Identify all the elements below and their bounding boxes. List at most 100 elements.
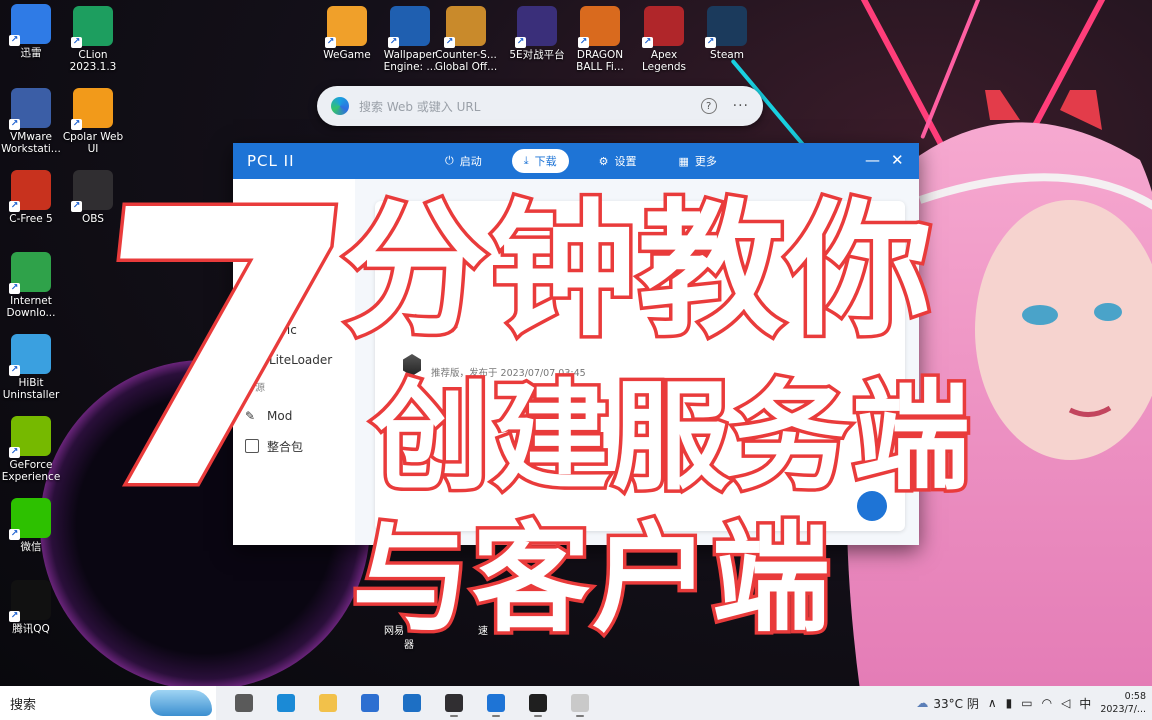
taskbar-app-button[interactable] — [394, 688, 430, 718]
grid-icon: ▦ — [678, 154, 689, 168]
tab-settings-label: 设置 — [614, 155, 637, 168]
shortcut-arrow-icon: ↗ — [71, 37, 82, 48]
desktop-shortcut-label: HiBit Uninstaller — [2, 377, 60, 401]
desktop-shortcut[interactable]: ↗ 腾讯QQ — [0, 580, 66, 635]
desktop-shortcut-label: Counter-S... Global Off... — [434, 49, 498, 73]
volume-icon[interactable]: ◁ — [1061, 696, 1070, 710]
overlay-title-line-1: 分钟教你 — [339, 186, 936, 356]
clock-date: 2023/7/... — [1100, 704, 1146, 715]
shortcut-arrow-icon: ↗ — [444, 37, 455, 48]
cpolar-icon: ↗ — [71, 88, 113, 130]
pcl-nav-tabs: ⏻ 启动 ⤓ 下载 ⚙ 设置 ▦ 更多 — [433, 149, 729, 173]
tab-download[interactable]: ⤓ 下载 — [511, 149, 569, 173]
mail-icon — [403, 694, 421, 712]
steam-icon: ↗ — [705, 6, 747, 48]
desktop-shortcut-label: Apex Legends — [641, 49, 687, 73]
shortcut-arrow-icon: ↗ — [71, 201, 82, 212]
desktop-shortcut[interactable]: ↗ 迅雷 — [0, 4, 66, 59]
desktop-shortcut[interactable]: ↗ CLion 2023.1.3 — [58, 6, 128, 73]
taskbar-search-label: 搜索 — [10, 697, 37, 713]
shortcut-arrow-icon: ↗ — [9, 201, 20, 212]
desktop-shortcut[interactable]: ↗ Steam — [692, 6, 762, 61]
minimize-button[interactable]: — — [865, 151, 880, 169]
shortcut-arrow-icon: ↗ — [9, 529, 20, 540]
taskbar-app-button[interactable] — [478, 688, 514, 718]
desktop-shortcut[interactable]: ↗ HiBit Uninstaller — [0, 334, 66, 401]
tab-more[interactable]: ▦ 更多 — [666, 149, 728, 173]
shortcut-arrow-icon: ↗ — [578, 37, 589, 48]
wechat-icon: ↗ — [9, 498, 51, 540]
desktop-shortcut-label: GeForce Experience — [1, 459, 61, 483]
shortcut-arrow-icon: ↗ — [642, 37, 653, 48]
tab-download-label: 下载 — [534, 155, 557, 168]
shortcut-arrow-icon: ↗ — [388, 37, 399, 48]
shortcut-arrow-icon: ↗ — [705, 37, 716, 48]
desktop-shortcut[interactable]: ↗ GeForce Experience — [0, 416, 66, 483]
clock[interactable]: 0:58 2023/7/... — [1100, 690, 1146, 716]
desktop-shortcut[interactable]: ↗ 5E对战平台 — [502, 6, 572, 61]
vmware-icon: ↗ — [9, 88, 51, 130]
desktop-shortcut-label: 5E对战平台 — [509, 49, 565, 61]
store-icon — [361, 694, 379, 712]
shortcut-arrow-icon: ↗ — [71, 119, 82, 130]
desktop-shortcut[interactable]: ↗ Internet Downlo... — [0, 252, 66, 319]
power-icon: ⏻ — [445, 154, 454, 167]
tab-launch-label: 启动 — [459, 155, 482, 168]
tab-launch[interactable]: ⏻ 启动 — [433, 149, 494, 173]
edge-icon — [277, 694, 295, 712]
file-explorer-icon — [319, 694, 337, 712]
desktop-shortcut-label: WeGame — [323, 49, 371, 61]
shortcut-arrow-icon: ↗ — [9, 119, 20, 130]
pcl-icon — [487, 694, 505, 712]
desktop-shortcut[interactable]: ↗ Counter-S... Global Off... — [431, 6, 501, 73]
taskbar-app-button[interactable] — [352, 688, 388, 718]
taskbar-search[interactable]: 搜索 — [0, 686, 216, 720]
desktop-shortcut-label: Internet Downlo... — [6, 295, 56, 319]
tab-settings[interactable]: ⚙ 设置 — [587, 149, 649, 173]
desktop-shortcut[interactable]: ↗ WeGame — [312, 6, 382, 61]
shortcut-arrow-icon: ↗ — [9, 283, 20, 294]
clock-time: 0:58 — [1124, 691, 1146, 702]
taskbar-app-button[interactable] — [268, 688, 304, 718]
chevron-up-icon[interactable]: ∧ — [988, 696, 997, 710]
close-button[interactable]: ✕ — [891, 151, 904, 169]
desktop-shortcut-label: 微信 — [20, 541, 42, 553]
shortcut-arrow-icon: ↗ — [9, 365, 20, 376]
download-icon: ⤓ — [523, 154, 529, 167]
desktop-shortcut[interactable]: ↗ DRAGON BALL Fi... — [565, 6, 635, 73]
geforce-icon: ↗ — [9, 416, 51, 458]
qq-penguin-icon: ↗ — [9, 580, 51, 622]
taskbar-app-button[interactable] — [310, 688, 346, 718]
desktop-shortcut[interactable]: ↗ Apex Legends — [629, 6, 699, 73]
taskbar-app-button[interactable] — [226, 688, 262, 718]
obs-icon — [445, 694, 463, 712]
gear-icon: ⚙ — [598, 154, 609, 168]
ime-indicator[interactable]: 中 — [1079, 695, 1091, 712]
taskbar-app-button[interactable] — [562, 688, 598, 718]
edge-icon — [331, 97, 349, 115]
desktop-shortcut-label: C-Free 5 — [9, 213, 53, 225]
wifi-icon[interactable]: ◠ — [1042, 696, 1052, 710]
wegame-icon: ↗ — [325, 6, 367, 48]
more-options-icon[interactable]: ··· — [733, 98, 749, 114]
dragon-ball-icon: ↗ — [578, 6, 620, 48]
overlay-title-line-3: 与客户端 — [348, 510, 833, 648]
cloud-rain-icon: ☁ — [916, 696, 929, 710]
taskbar: 搜索 ☁ 33°C 阴 ∧ ▮ ▭ ◠ ◁ 中 0:58 2023/7/... — [0, 686, 1152, 720]
usb-icon[interactable]: ▮ — [1006, 696, 1013, 710]
web-search-bar[interactable]: 搜索 Web 或键入 URL ? ··· — [317, 86, 763, 126]
apex-legends-icon: ↗ — [642, 6, 684, 48]
help-icon[interactable]: ? — [700, 98, 717, 114]
shortcut-arrow-icon: ↗ — [515, 37, 526, 48]
battery-icon[interactable]: ▭ — [1021, 696, 1032, 710]
system-tray: ☁ 33°C 阴 ∧ ▮ ▭ ◠ ◁ 中 0:58 2023/7/... — [916, 686, 1152, 720]
taskbar-app-button[interactable] — [436, 688, 472, 718]
desktop-shortcut[interactable]: ↗ VMware Workstati... — [0, 88, 66, 155]
5e-platform-icon: ↗ — [515, 6, 557, 48]
wallpaper-engine-icon: ↗ — [388, 6, 430, 48]
desktop-shortcut[interactable]: ↗ 微信 — [0, 498, 66, 553]
shortcut-arrow-icon: ↗ — [9, 35, 20, 46]
desktop-shortcut[interactable]: ↗ C-Free 5 — [0, 170, 66, 225]
weather-widget[interactable]: ☁ 33°C 阴 — [916, 695, 978, 712]
taskbar-app-button[interactable] — [520, 688, 556, 718]
